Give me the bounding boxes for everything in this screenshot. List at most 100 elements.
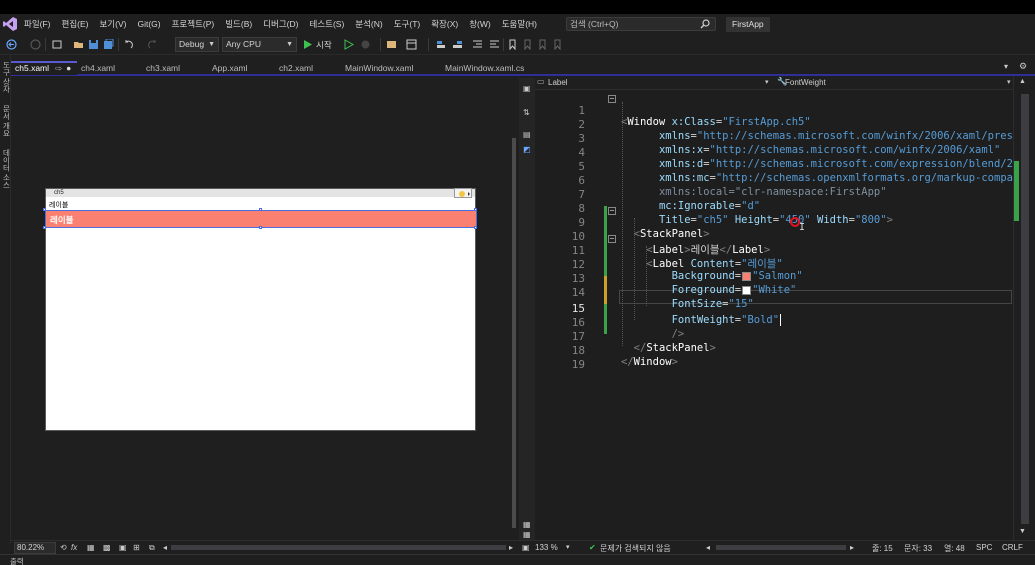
chevron-down-icon[interactable]: ▾ <box>566 543 570 551</box>
char-indicator[interactable]: 문자: 33 <box>904 543 932 554</box>
output-panel-title[interactable]: 출력 <box>10 556 24 565</box>
code-line[interactable]: 2 xmlns="http://schemas.microsoft.com/wi… <box>535 106 1035 142</box>
code-line[interactable]: 12 Background= "Salmon" <box>535 246 1013 282</box>
vertical-split-icon[interactable]: ▤ <box>523 130 531 139</box>
tab-ch5-xaml[interactable]: ch5.xaml ⇨ ● <box>11 61 77 75</box>
undo-icon[interactable] <box>123 39 134 50</box>
artboard-background-icon[interactable]: ▣ <box>119 543 127 552</box>
editor-zoom-dropdown[interactable]: 133 % <box>535 543 558 552</box>
grid-icon[interactable]: ▦ <box>87 543 95 552</box>
lightbulb-icon[interactable] <box>454 188 472 198</box>
scroll-right-icon[interactable]: ▸ <box>509 543 513 552</box>
resize-handle[interactable] <box>474 226 477 229</box>
xaml-code-editor[interactable]: − − − 1 <Window x:Class="FirstApp.ch5" 2… <box>535 90 1035 540</box>
problems-status[interactable]: 문제가 검색되지 않음 <box>600 543 671 554</box>
menu-git[interactable]: Git(G) <box>137 19 160 29</box>
code-line[interactable]: 6 xmlns:local="clr-namespace:FirstApp" <box>535 162 1013 198</box>
designer-label-plain[interactable]: 레이블 <box>49 200 68 210</box>
code-line[interactable]: 10 <Label>레이블</Label> <box>535 218 1013 256</box>
save-icon[interactable] <box>88 39 99 50</box>
tab-mainwindow-xaml-cs[interactable]: MainWindow.xaml.cs <box>441 61 524 75</box>
tab-ch4-xaml[interactable]: ch4.xaml <box>77 61 115 75</box>
new-project-icon[interactable] <box>52 39 63 50</box>
designer-zoom-dropdown[interactable]: 80.22% <box>14 542 56 554</box>
code-line[interactable]: 8 Title="ch5" Height="450" Width="800"> <box>535 190 1013 226</box>
menu-tools[interactable]: 도구(T) <box>394 18 421 30</box>
tab-ch3-xaml[interactable]: ch3.xaml <box>142 61 180 75</box>
tab-list-dropdown-icon[interactable]: ▾ <box>1004 62 1008 71</box>
align-left-icon[interactable] <box>436 39 447 50</box>
code-line[interactable]: 7 mc:Ignorable="d" <box>535 176 1013 212</box>
code-line[interactable]: 16 /> <box>535 304 1013 340</box>
code-line[interactable]: 4 xmlns:d="http://schemas.microsoft.com/… <box>535 134 1035 170</box>
bookmark-previous-icon[interactable] <box>522 39 533 50</box>
designer-window-preview[interactable]: ch5 레이블 레이블 <box>43 188 477 431</box>
menu-project[interactable]: 프로젝트(P) <box>172 18 215 30</box>
menu-file[interactable]: 파일(F) <box>24 18 51 30</box>
code-line[interactable]: 17 </StackPanel> <box>535 318 1013 354</box>
bookmark-clear-icon[interactable] <box>552 39 563 50</box>
editor-vertical-scrollbar[interactable]: ▲ ▼ <box>1013 76 1035 540</box>
resize-handle[interactable] <box>43 226 46 229</box>
align-right-icon[interactable] <box>452 39 463 50</box>
menu-view[interactable]: 보기(V) <box>99 18 126 30</box>
bookmark-icon[interactable] <box>507 39 518 50</box>
tab-app-xaml[interactable]: App.xaml <box>208 61 247 75</box>
menu-test[interactable]: 테스트(S) <box>309 18 344 30</box>
resize-handle[interactable] <box>259 226 262 229</box>
menu-edit[interactable]: 편집(E) <box>62 18 89 30</box>
line-ending-indicator[interactable]: CRLF <box>1002 543 1023 552</box>
menu-extensions[interactable]: 확장(X) <box>431 18 458 30</box>
effects-toggle[interactable]: fx <box>71 543 77 552</box>
outdent-icon[interactable] <box>489 39 500 50</box>
code-line-current[interactable]: 15 FontWeight="Bold" <box>535 290 1013 326</box>
snap-grid-icon[interactable]: ▩ <box>103 543 111 552</box>
designer-horizontal-scrollbar[interactable] <box>171 545 506 550</box>
start-without-debugging-icon[interactable] <box>343 39 354 50</box>
scroll-left-icon[interactable]: ◂ <box>706 543 710 552</box>
scrollbar-thumb[interactable] <box>512 138 516 528</box>
bookmark-next-icon[interactable] <box>537 39 548 50</box>
menu-analyze[interactable]: 분석(N) <box>355 18 382 30</box>
solution-name-badge[interactable]: FirstApp <box>726 17 770 32</box>
open-folder-icon[interactable] <box>73 39 84 50</box>
pin-view-icon[interactable]: ▣ <box>523 84 531 93</box>
configuration-dropdown[interactable]: Debug ▼ <box>175 37 219 52</box>
settings-gear-icon[interactable]: ⚙ <box>1019 61 1027 72</box>
split-icon[interactable]: ▣ <box>522 543 530 552</box>
search-input[interactable]: 검색 (Ctrl+Q) <box>566 17 716 31</box>
code-line[interactable]: 13 Foreground= "White" <box>535 260 1013 296</box>
editor-horizontal-scrollbar[interactable] <box>716 545 846 550</box>
resize-handle[interactable] <box>43 208 46 211</box>
menu-window[interactable]: 창(W) <box>469 18 491 30</box>
browse-icon[interactable] <box>386 39 397 50</box>
swap-panes-icon[interactable]: ⇅ <box>523 108 530 117</box>
designer-vertical-scrollbar[interactable] <box>510 78 519 540</box>
start-debugging-icon[interactable] <box>302 39 313 50</box>
tab-ch2-xaml[interactable]: ch2.xaml <box>275 61 313 75</box>
code-line[interactable]: 11 <Label Content="레이블" <box>535 232 1013 270</box>
modified-dot-icon[interactable]: ● <box>66 63 71 73</box>
code-line[interactable]: 14 FontSize="15" <box>535 274 1013 310</box>
collapse-pane-icon[interactable]: ▦ <box>523 520 531 529</box>
code-line[interactable]: 5 xmlns:mc="http://schemas.openxmlformat… <box>535 148 1035 184</box>
indent-icon[interactable] <box>472 39 483 50</box>
pin-icon[interactable]: ⇨ <box>55 63 62 73</box>
property-dropdown[interactable]: FontWeight <box>785 78 826 87</box>
expand-pane-icon[interactable]: ▦ <box>523 530 531 539</box>
layout-icon[interactable] <box>406 39 417 50</box>
menu-build[interactable]: 빌드(B) <box>225 18 252 30</box>
navigate-back-icon[interactable] <box>6 39 17 50</box>
platform-dropdown[interactable]: Any CPU ▼ <box>222 37 297 52</box>
tab-mainwindow-xaml[interactable]: MainWindow.xaml <box>341 61 414 75</box>
code-line[interactable]: 19 <box>535 346 1013 371</box>
whitespace-indicator[interactable]: SPC <box>976 543 992 552</box>
save-all-icon[interactable] <box>103 39 114 50</box>
code-line[interactable]: 18 </Window> <box>535 332 1013 368</box>
chevron-down-icon[interactable]: ▾ <box>1007 78 1011 86</box>
element-dropdown[interactable]: Label <box>548 78 568 87</box>
resize-handle[interactable] <box>474 208 477 211</box>
code-line[interactable]: 9 <StackPanel> <box>535 204 1013 240</box>
scroll-down-icon[interactable]: ▼ <box>1019 528 1026 535</box>
scroll-up-icon[interactable]: ▲ <box>1019 78 1026 85</box>
